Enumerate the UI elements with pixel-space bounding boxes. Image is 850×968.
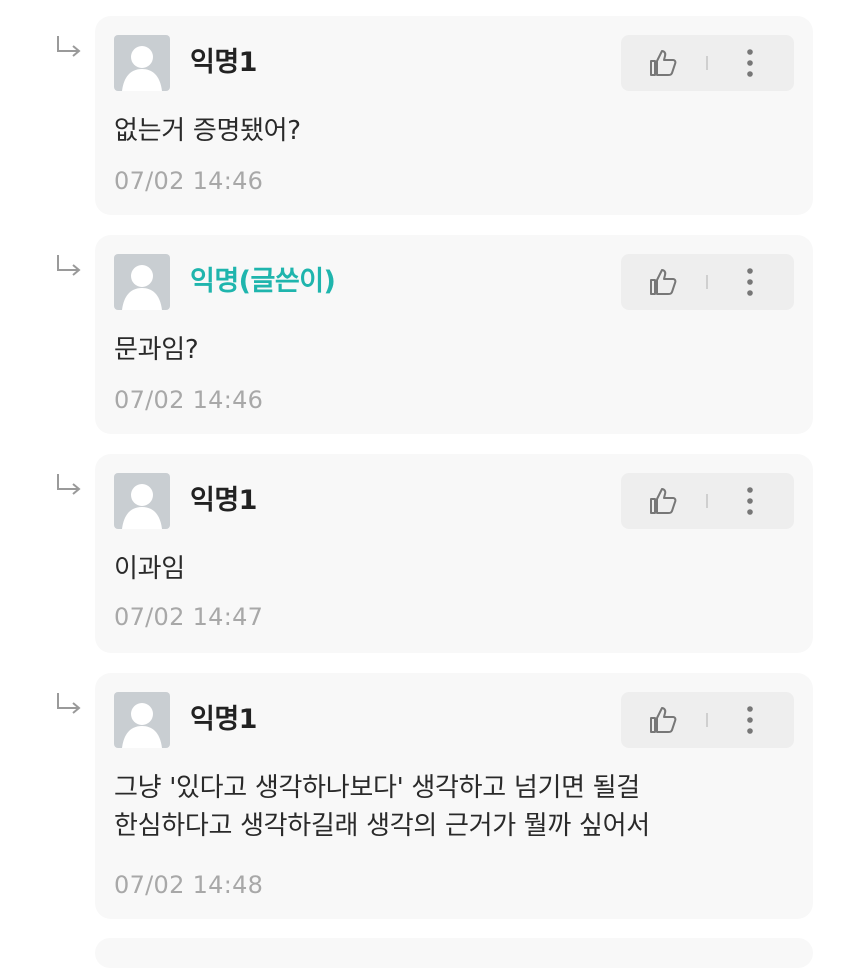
thumbs-up-icon [650,488,677,514]
comment-nickname[interactable]: 익명1 [190,46,257,80]
comment-nickname[interactable]: 익명1 [190,484,257,518]
more-vertical-icon [747,487,753,515]
comment-content: 없는거 증명됐어? [114,116,301,146]
comment-actions [621,473,794,529]
action-divider [706,494,708,508]
comment-thread: 익명1 없는거 증명됐어? 07/02 14:46 익명(글쓴이) 문과임? 0… [0,0,850,968]
comment-nickname[interactable]: 익명1 [190,703,257,737]
reply-arrow-icon [57,693,81,714]
comment-card: 익명1 그냥 '있다고 생각하나보다' 생각하고 넘기면 될걸 한심하다고 생각… [95,673,813,919]
comment-content: 그냥 '있다고 생각하나보다' 생각하고 넘기면 될걸 한심하다고 생각하길래 … [114,773,650,841]
comment-nickname-author[interactable]: 익명(글쓴이) [190,265,336,299]
default-avatar-icon [114,692,170,748]
comment-card: 익명(글쓴이) 문과임? 07/02 14:46 [95,235,813,434]
comment-actions [621,254,794,310]
thumbs-up-icon [650,50,677,76]
default-avatar-icon [114,254,170,310]
comment-timestamp: 07/02 14:48 [114,871,264,899]
more-vertical-icon [747,706,753,734]
more-options-button[interactable] [733,483,767,519]
reply-arrow-icon [57,255,81,276]
like-button[interactable] [641,264,687,300]
comment-card: 익명1 없는거 증명됐어? 07/02 14:46 [95,16,813,215]
comment-card: 익명1 이과임 07/02 14:47 [95,454,813,653]
like-button[interactable] [641,702,687,738]
comment-content: 이과임 [114,554,185,584]
comment-content: 문과임? [114,335,199,365]
more-options-button[interactable] [733,702,767,738]
more-vertical-icon [747,49,753,77]
action-divider [706,713,708,727]
comment-actions [621,692,794,748]
action-divider [706,56,708,70]
default-avatar-icon [114,473,170,529]
reply-arrow-icon [57,474,81,495]
comment-timestamp: 07/02 14:46 [114,386,264,414]
comment-timestamp: 07/02 14:47 [114,603,264,631]
like-button[interactable] [641,483,687,519]
thumbs-up-icon [650,269,677,295]
like-button[interactable] [641,45,687,81]
default-avatar-icon [114,35,170,91]
comment-actions [621,35,794,91]
reply-arrow-icon [57,36,81,57]
action-divider [706,275,708,289]
more-options-button[interactable] [733,264,767,300]
comment-timestamp: 07/02 14:46 [114,167,264,195]
more-options-button[interactable] [733,45,767,81]
more-vertical-icon [747,268,753,296]
thumbs-up-icon [650,707,677,733]
next-comment-card [95,938,813,968]
